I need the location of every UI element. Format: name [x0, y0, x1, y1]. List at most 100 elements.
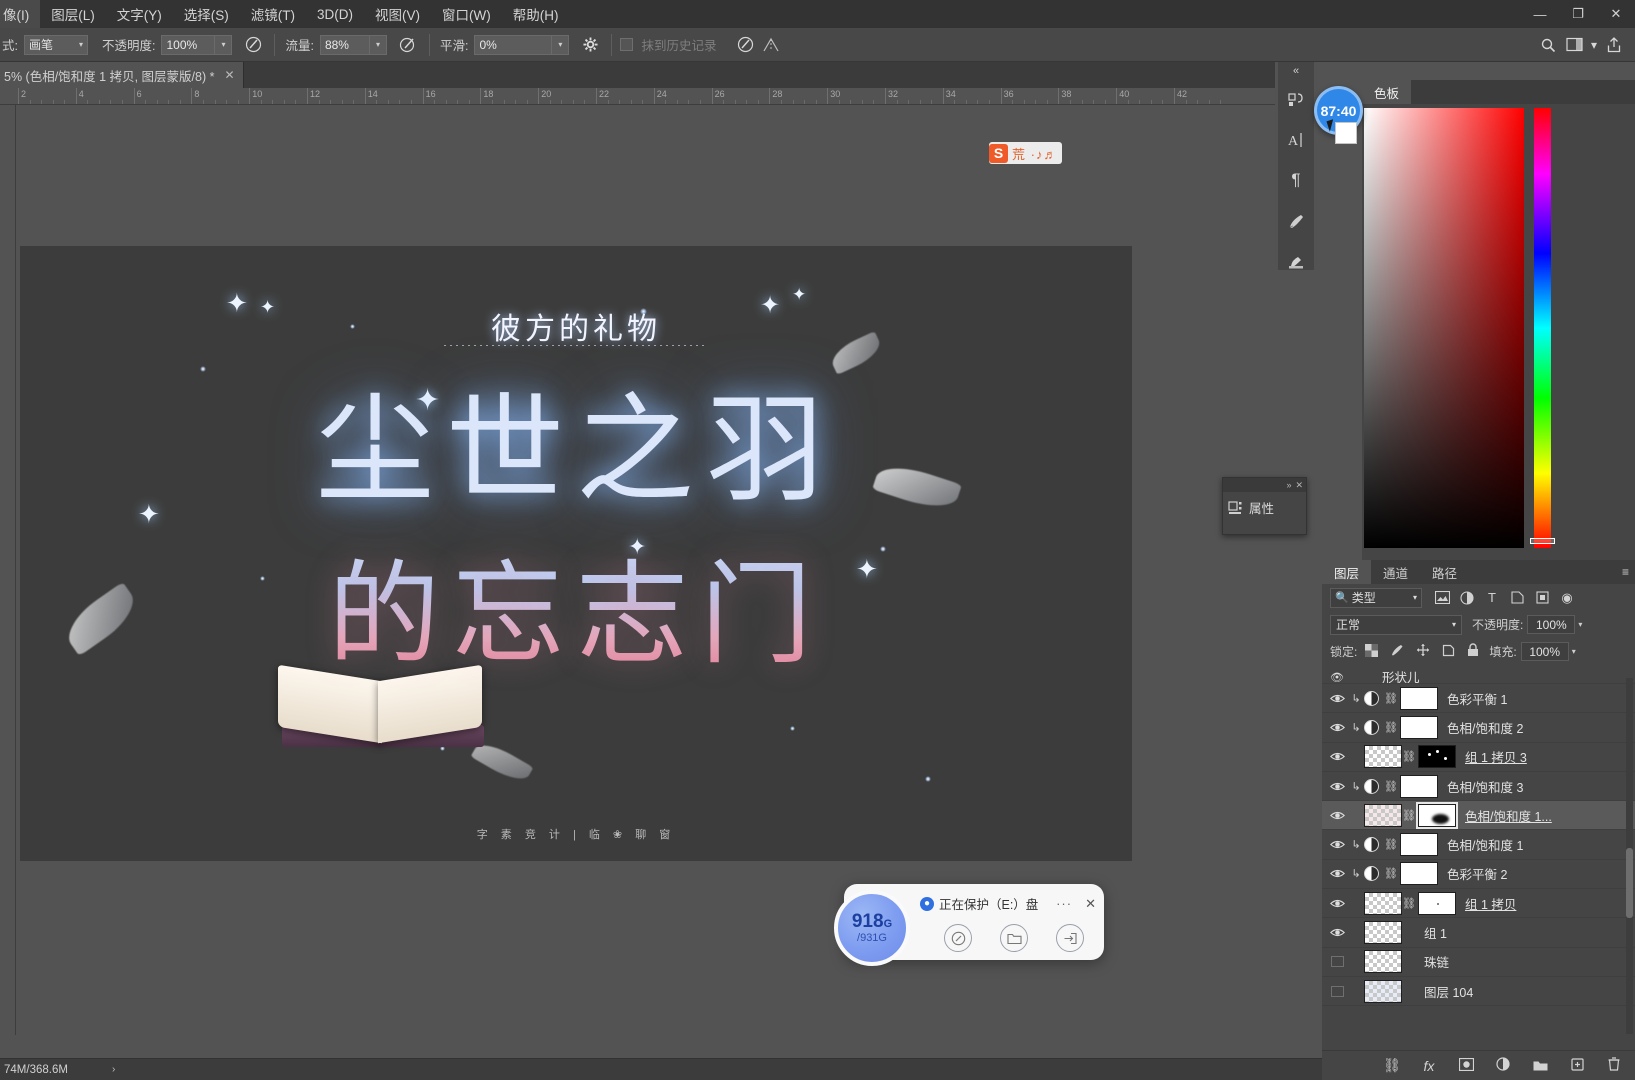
- eye-visible-icon[interactable]: [1326, 684, 1348, 713]
- pixel-filter-icon[interactable]: [1434, 590, 1450, 606]
- mask-link-icon[interactable]: ⛓: [1384, 780, 1398, 793]
- eye-visible-icon[interactable]: [1326, 889, 1348, 918]
- adjustment-layer-thumbnail[interactable]: [1364, 837, 1379, 853]
- eye-visible-icon[interactable]: [1326, 713, 1348, 742]
- mask-link-icon[interactable]: ⛓: [1384, 838, 1398, 851]
- lock-all-icon[interactable]: [1467, 643, 1479, 660]
- adjustment-layer-thumbnail[interactable]: [1364, 690, 1379, 706]
- layer-name[interactable]: 色相/饱和度 1: [1447, 835, 1523, 854]
- smart-object-filter-icon[interactable]: [1534, 590, 1550, 606]
- vertical-ruler[interactable]: [0, 105, 16, 1035]
- tab-swatches[interactable]: 色板: [1362, 80, 1412, 104]
- layer-name[interactable]: 图层 104: [1424, 982, 1473, 1001]
- menu-item-view[interactable]: 视图(V): [364, 0, 431, 28]
- layer-mask-thumbnail[interactable]: [1418, 891, 1456, 915]
- layer-row[interactable]: ↳ ⛓ 色相/饱和度 2: [1322, 713, 1635, 743]
- layer-name[interactable]: 色彩平衡 1: [1447, 689, 1507, 708]
- share-icon[interactable]: [1601, 33, 1627, 57]
- workspace-chevron-icon[interactable]: ▾: [1587, 33, 1601, 57]
- layer-list-scrollbar-thumb[interactable]: [1626, 848, 1633, 918]
- mask-link-icon[interactable]: ⛓: [1384, 867, 1398, 880]
- layer-style-icon[interactable]: fx: [1420, 1058, 1438, 1074]
- layer-mask-thumbnail[interactable]: [1400, 833, 1438, 857]
- mask-link-icon[interactable]: ⛓: [1402, 750, 1416, 763]
- pressure-size-icon[interactable]: [732, 33, 758, 57]
- layer-thumbnail[interactable]: [1364, 921, 1402, 945]
- mask-link-icon[interactable]: ⛓: [1402, 809, 1416, 822]
- lock-image-icon[interactable]: [1390, 643, 1404, 660]
- adjustment-layer-thumbnail[interactable]: [1364, 719, 1379, 735]
- fill-stepper[interactable]: ▾: [1572, 647, 1576, 656]
- layer-row-partial[interactable]: 👁 形状儿: [1322, 670, 1635, 684]
- opacity-input[interactable]: 100%: [1527, 615, 1576, 634]
- collapse-icon[interactable]: »: [1286, 480, 1291, 490]
- layer-thumbnail[interactable]: [1364, 803, 1402, 827]
- menu-item-help[interactable]: 帮助(H): [502, 0, 570, 28]
- eye-hidden-icon[interactable]: [1326, 947, 1348, 976]
- artboard[interactable]: ✦ ✦ ✦ ✦ ✦ ✦ ✦ ✦ 彼方的礼物 尘世之羽 的忘志门 字 素 竞 计 …: [20, 246, 1132, 861]
- layer-row[interactable]: 珠链: [1322, 948, 1635, 977]
- link-layers-icon[interactable]: ⛓: [1383, 1057, 1401, 1074]
- eye-visible-icon[interactable]: [1326, 830, 1348, 859]
- layer-list[interactable]: 👁 形状儿 ↳ ⛓ 色彩平衡 1 ↳ ⛓ 色相/饱和度 2 ⛓ 组 1 拷贝 3 ↳ ⛓ 色相/饱和度 …: [1322, 670, 1635, 1042]
- adjustment-filter-icon[interactable]: [1459, 590, 1475, 606]
- eye-visible-icon[interactable]: [1326, 918, 1348, 947]
- adjustment-layer-thumbnail[interactable]: [1364, 866, 1379, 882]
- toast-more-button[interactable]: ···: [1056, 896, 1072, 911]
- layer-name[interactable]: 组 1 拷贝 3: [1465, 747, 1527, 766]
- flow-stepper[interactable]: ▾: [369, 34, 387, 55]
- paragraph-panel-icon[interactable]: ¶: [1278, 160, 1314, 200]
- layer-mask-thumbnail[interactable]: [1400, 686, 1438, 710]
- menu-item-image[interactable]: 像(I): [0, 0, 41, 28]
- layer-thumbnail[interactable]: [1364, 891, 1402, 915]
- adjustment-layer-thumbnail[interactable]: [1364, 778, 1379, 794]
- gear-icon[interactable]: [577, 33, 603, 57]
- symmetry-icon[interactable]: [758, 33, 784, 57]
- menu-item-filter[interactable]: 滤镜(T): [240, 0, 306, 28]
- maximize-button[interactable]: ❐: [1559, 0, 1597, 28]
- opacity-stepper[interactable]: ▾: [215, 34, 233, 55]
- eye-visible-icon[interactable]: [1326, 772, 1348, 801]
- blend-mode-select[interactable]: 正常 ▾: [1330, 614, 1462, 635]
- layer-mask-thumbnail[interactable]: [1400, 715, 1438, 739]
- eye-visible-icon[interactable]: [1326, 801, 1348, 830]
- status-expand-icon[interactable]: ›: [112, 1064, 115, 1075]
- speed-icon[interactable]: [944, 924, 972, 952]
- search-icon[interactable]: [1535, 33, 1561, 57]
- layer-row[interactable]: ↳ ⛓ 色相/饱和度 3: [1322, 772, 1635, 802]
- opacity-stepper[interactable]: ▾: [1578, 620, 1582, 629]
- saturation-value-field[interactable]: [1364, 108, 1524, 548]
- menu-item-layer[interactable]: 图层(L): [40, 0, 106, 28]
- menu-item-window[interactable]: 窗口(W): [431, 0, 502, 28]
- panel-menu-icon[interactable]: ≡: [1622, 565, 1629, 579]
- folder-icon[interactable]: [1000, 924, 1028, 952]
- color-picker[interactable]: [1364, 108, 1555, 548]
- layer-filter-type-select[interactable]: 🔍 类型 ▾: [1330, 587, 1422, 608]
- minimize-button[interactable]: —: [1521, 0, 1559, 28]
- eye-icon[interactable]: 👁: [1326, 670, 1348, 684]
- shape-filter-icon[interactable]: [1509, 590, 1525, 606]
- menu-item-select[interactable]: 选择(S): [173, 0, 240, 28]
- smoothing-stepper[interactable]: ▾: [552, 34, 570, 55]
- eye-hidden-icon[interactable]: [1326, 977, 1348, 1006]
- pressure-opacity-icon[interactable]: [240, 33, 266, 57]
- layer-row[interactable]: 组 1: [1322, 918, 1635, 948]
- layer-name[interactable]: 色相/饱和度 3: [1447, 777, 1523, 796]
- tab-channels[interactable]: 通道: [1371, 560, 1420, 584]
- layer-mask-thumbnail[interactable]: [1418, 745, 1456, 769]
- close-icon[interactable]: ✕: [1085, 896, 1096, 912]
- clone-source-icon[interactable]: [1278, 240, 1314, 280]
- character-panel-icon[interactable]: [1278, 80, 1314, 120]
- hue-slider-marker[interactable]: [1530, 538, 1555, 544]
- layer-name[interactable]: 色相/饱和度 1...: [1465, 806, 1552, 825]
- lock-artboard-icon[interactable]: [1442, 644, 1455, 660]
- layer-name[interactable]: 色相/饱和度 2: [1447, 718, 1523, 737]
- close-icon[interactable]: ✕: [224, 68, 234, 82]
- lock-transparent-icon[interactable]: [1365, 643, 1379, 660]
- layer-row[interactable]: ⛓ 组 1 拷贝: [1322, 889, 1635, 919]
- horizontal-ruler[interactable]: 2 4 6 8 10 12 14 16 18 20 22 24 26 28 30 32 34 36 38 40 42: [0, 88, 1275, 105]
- layer-name[interactable]: 珠链: [1424, 952, 1449, 971]
- adjustment-layer-icon[interactable]: [1494, 1057, 1512, 1074]
- menu-item-3d[interactable]: 3D(D): [306, 3, 364, 26]
- menu-item-type[interactable]: 文字(Y): [106, 0, 173, 28]
